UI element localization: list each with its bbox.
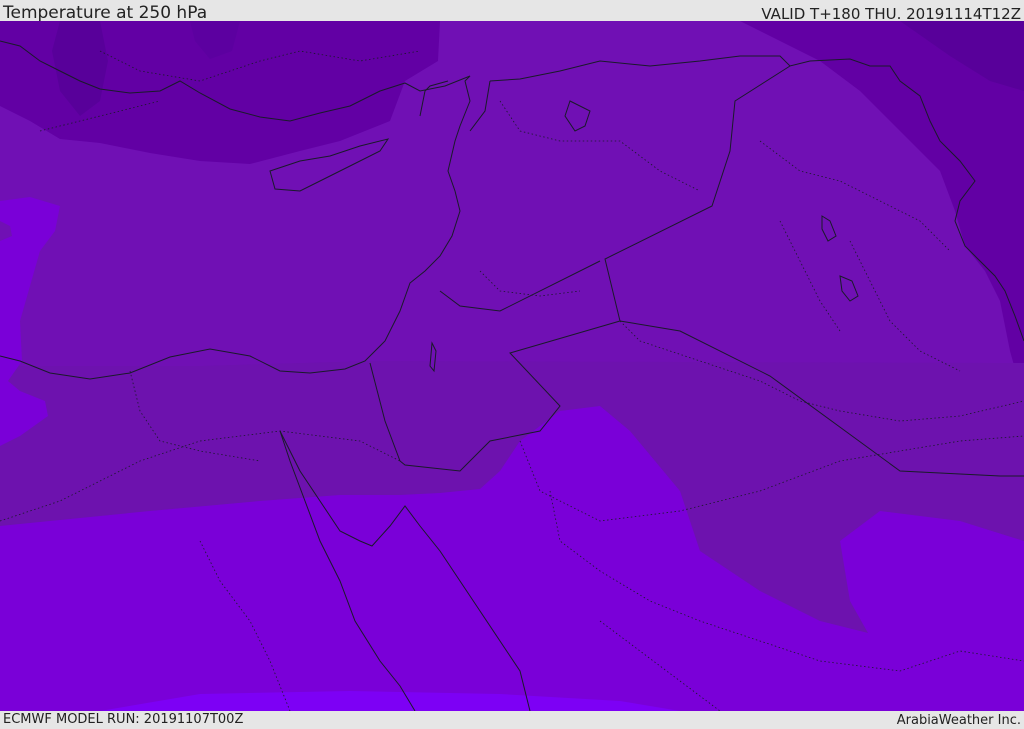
footer-bar: ECMWF MODEL RUN: 20191107T00Z ArabiaWeat… [0, 711, 1024, 729]
model-run-label: ECMWF MODEL RUN: 20191107T00Z [3, 712, 244, 727]
credit-label: ArabiaWeather Inc. [896, 713, 1021, 728]
map-title: Temperature at 250 hPa [3, 3, 208, 23]
temperature-map [0, 21, 1024, 711]
header-bar: Temperature at 250 hPa VALID T+180 THU. … [0, 0, 1024, 23]
